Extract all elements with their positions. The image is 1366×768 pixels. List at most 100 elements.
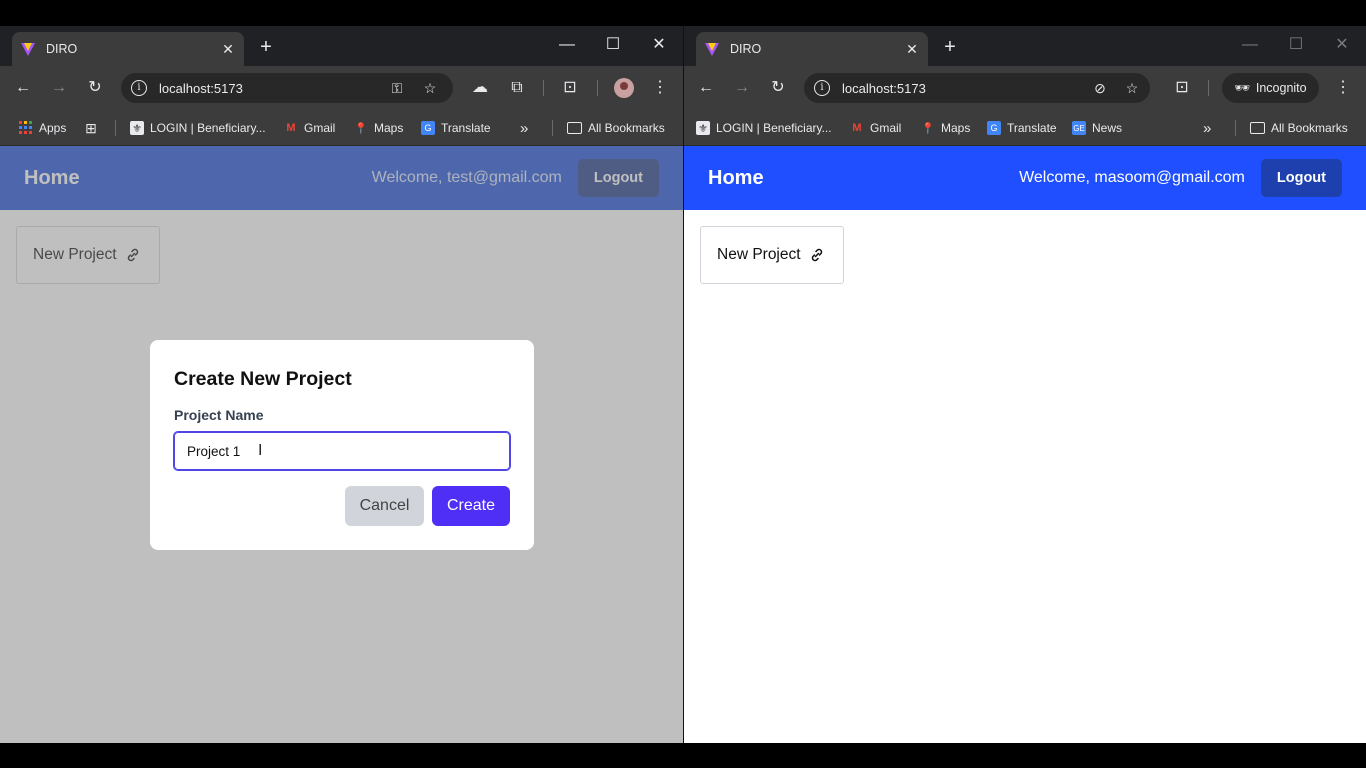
eye-off-icon[interactable]: ⊘ (1090, 80, 1110, 96)
address-bar[interactable]: i localhost:5173 ⊘ ☆ (804, 73, 1150, 103)
bookmark-label: Translate (441, 121, 491, 135)
bookmark-star-icon[interactable]: ☆ (1122, 80, 1142, 96)
bookmark-login-beneficiary[interactable]: ⚜ LOGIN | Beneficiary... (696, 119, 832, 137)
browser-tab[interactable]: DIRO ✕ (696, 32, 928, 66)
bookmark-label: Gmail (870, 121, 902, 135)
tab-close-icon[interactable]: ✕ (904, 41, 920, 58)
forward-icon[interactable]: → (47, 76, 71, 100)
translate-icon: G (987, 121, 1001, 135)
modal-title: Create New Project (174, 368, 352, 390)
bookmark-gmail[interactable]: M Gmail (850, 119, 901, 137)
diro-favicon-icon (20, 41, 36, 57)
url-text: localhost:5173 (842, 80, 926, 96)
more-bookmarks-chevron-icon[interactable]: » (520, 119, 528, 137)
bookmark-label: All Bookmarks (1271, 121, 1348, 135)
new-project-card[interactable]: New Project (700, 226, 844, 284)
maximize-icon[interactable]: ☐ (1281, 34, 1311, 56)
diro-favicon-icon (704, 41, 720, 57)
tab-title: DIRO (730, 42, 762, 56)
browser-window-left: DIRO ✕ + — ☐ ✕ ← → ↻ i localhost:5173 ⚿ … (0, 26, 683, 743)
close-window-icon[interactable]: ✕ (1327, 34, 1357, 56)
extension-puzzle-icon[interactable]: ☁ (468, 76, 492, 100)
site-info-icon[interactable]: i (131, 80, 147, 96)
create-project-modal: Create New Project Project Name I Cancel… (150, 340, 534, 550)
bookmarks-bar: Apps ⊞ ⚜ LOGIN | Beneficiary... M Gmail … (0, 110, 683, 146)
site-info-icon[interactable]: i (814, 80, 830, 96)
tab-groups-icon[interactable]: ⊞ (84, 119, 98, 137)
bookmark-maps[interactable]: 📍 Maps (921, 119, 970, 137)
bookmark-login-beneficiary[interactable]: ⚜ LOGIN | Beneficiary... (130, 119, 266, 137)
project-name-input[interactable] (173, 431, 511, 471)
home-link[interactable]: Home (708, 167, 1019, 190)
folder-icon (1250, 122, 1265, 134)
bookmark-translate[interactable]: G Translate (987, 119, 1057, 137)
welcome-text: Welcome, masoom@gmail.com (1019, 169, 1245, 186)
incognito-badge[interactable]: 🕶 Incognito (1222, 73, 1319, 103)
new-tab-icon[interactable]: + (254, 36, 278, 60)
forward-icon[interactable]: → (730, 76, 754, 100)
gmail-icon: M (286, 122, 296, 134)
logout-button[interactable]: Logout (1260, 159, 1342, 197)
maps-pin-icon: 📍 (354, 122, 368, 135)
menu-kebab-icon[interactable]: ⋮ (1331, 76, 1355, 100)
project-name-label: Project Name (174, 407, 264, 423)
more-bookmarks-chevron-icon[interactable]: » (1203, 119, 1211, 137)
bookmark-label: LOGIN | Beneficiary... (716, 121, 832, 135)
bookmark-news[interactable]: GE News (1072, 119, 1122, 137)
gmail-icon: M (852, 122, 862, 134)
toolbar-divider (543, 80, 544, 96)
maximize-icon[interactable]: ☐ (598, 34, 628, 56)
cancel-button[interactable]: Cancel (345, 486, 424, 526)
bookmark-divider (115, 120, 116, 136)
bookmark-maps[interactable]: 📍 Maps (354, 119, 403, 137)
bookmark-apps[interactable]: Apps (19, 119, 66, 137)
reload-icon[interactable]: ↻ (766, 76, 790, 100)
tab-close-icon[interactable]: ✕ (220, 41, 236, 58)
side-panel-search-icon[interactable]: ⊡ (1170, 76, 1194, 100)
bookmark-all-bookmarks[interactable]: All Bookmarks (567, 119, 665, 137)
tab-title: DIRO (46, 42, 78, 56)
bookmark-star-icon[interactable]: ☆ (420, 80, 440, 96)
grid-squares-icon: ⊞ (85, 119, 97, 136)
bookmark-all-bookmarks[interactable]: All Bookmarks (1250, 119, 1348, 137)
menu-kebab-icon[interactable]: ⋮ (648, 76, 672, 100)
folder-icon (567, 122, 582, 134)
bookmark-label: News (1092, 121, 1123, 135)
translate-icon: G (421, 121, 435, 135)
create-button[interactable]: Create (432, 486, 510, 526)
new-project-label: New Project (717, 246, 801, 263)
minimize-icon[interactable]: — (552, 34, 582, 56)
link-icon (811, 248, 822, 262)
news-icon: GE (1072, 121, 1086, 135)
bookmark-label: LOGIN | Beneficiary... (150, 121, 266, 135)
emblem-icon: ⚜ (130, 121, 144, 135)
password-key-icon[interactable]: ⚿ (387, 80, 407, 96)
side-panel-search-icon[interactable]: ⊡ (558, 76, 582, 100)
address-bar[interactable]: i localhost:5173 ⚿ ☆ (121, 73, 453, 103)
browser-tab[interactable]: DIRO ✕ (12, 32, 244, 66)
bookmark-label: Apps (39, 121, 67, 135)
emblem-icon: ⚜ (696, 121, 710, 135)
bookmark-label: Gmail (304, 121, 336, 135)
tab-strip: DIRO ✕ + — ☐ ✕ (0, 26, 683, 66)
bookmark-translate[interactable]: G Translate (421, 119, 491, 137)
url-text: localhost:5173 (159, 80, 243, 96)
maps-pin-icon: 📍 (921, 122, 935, 135)
new-tab-icon[interactable]: + (938, 36, 962, 60)
minimize-icon[interactable]: — (1235, 34, 1265, 56)
bookmark-divider (552, 120, 553, 136)
toolbar-divider (1208, 80, 1209, 96)
back-icon[interactable]: ← (11, 76, 35, 100)
navbar: Home Welcome, masoom@gmail.com Logout (684, 146, 1366, 210)
back-icon[interactable]: ← (694, 76, 718, 100)
browser-toolbar: ← → ↻ i localhost:5173 ⊘ ☆ ⊡ 🕶 Incognito… (684, 66, 1366, 110)
extensions-icon[interactable]: ⧉ (505, 76, 529, 100)
incognito-label: Incognito (1255, 81, 1307, 95)
reload-icon[interactable]: ↻ (83, 76, 107, 100)
bookmark-label: Maps (374, 121, 404, 135)
close-window-icon[interactable]: ✕ (644, 34, 674, 56)
bookmark-gmail[interactable]: M Gmail (284, 119, 335, 137)
profile-avatar[interactable] (614, 78, 634, 98)
bookmark-label: All Bookmarks (588, 121, 665, 135)
browser-toolbar: ← → ↻ i localhost:5173 ⚿ ☆ ☁ ⧉ ⊡ ⋮ (0, 66, 683, 110)
